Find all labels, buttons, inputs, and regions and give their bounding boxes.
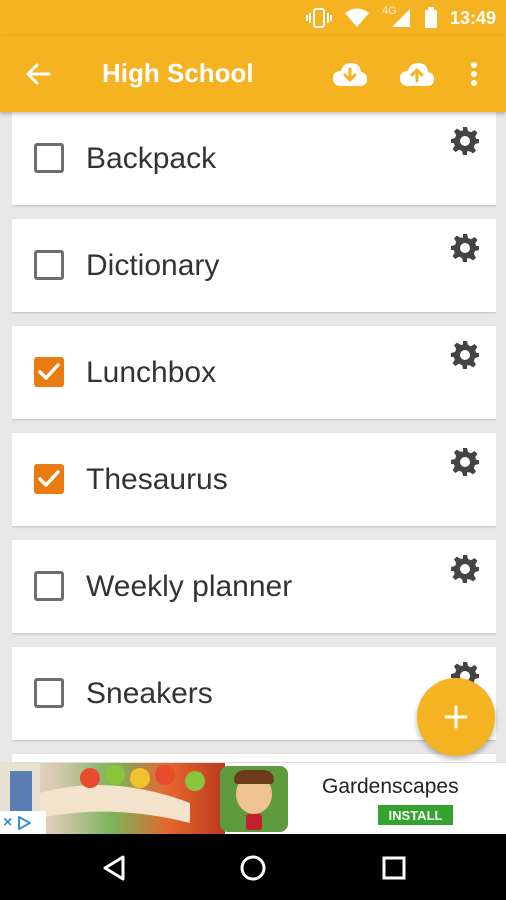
circle-home-icon xyxy=(240,855,266,881)
upload-button[interactable] xyxy=(395,56,439,92)
item-label: Thesaurus xyxy=(86,463,228,496)
item-checkbox-checked[interactable] xyxy=(34,464,64,494)
status-bar: 4G 13:49 xyxy=(0,0,506,36)
page-title: High School xyxy=(102,58,254,88)
triangle-back-icon xyxy=(103,855,125,881)
cloud-download-icon xyxy=(333,63,367,86)
check-icon xyxy=(38,470,60,487)
item-label: Lunchbox xyxy=(86,356,217,389)
item-checkbox[interactable] xyxy=(34,250,64,280)
wifi-icon xyxy=(344,8,369,27)
nav-back-button[interactable] xyxy=(92,848,136,888)
list-item[interactable] xyxy=(12,754,496,762)
list-item[interactable]: Weekly planner xyxy=(12,540,496,633)
ad-app-icon xyxy=(220,766,288,832)
ad-close-icon[interactable]: × xyxy=(3,814,12,832)
item-settings-button[interactable] xyxy=(450,126,480,156)
item-checkbox[interactable] xyxy=(34,678,64,708)
more-vert-icon xyxy=(471,62,477,86)
item-checkbox[interactable] xyxy=(34,143,64,173)
item-checkbox-checked[interactable] xyxy=(34,357,64,387)
plus-icon xyxy=(444,705,468,729)
checklist: Backpack Dictionary Lunchbox Thesaurus W… xyxy=(12,112,496,762)
item-settings-button[interactable] xyxy=(450,447,480,477)
system-nav-bar xyxy=(0,834,506,900)
item-label: Backpack xyxy=(86,142,217,175)
add-item-fab[interactable] xyxy=(417,678,495,756)
clock: 13:49 xyxy=(449,7,496,28)
back-button[interactable] xyxy=(18,56,58,92)
cell-signal-icon: 4G xyxy=(382,5,412,29)
gear-icon xyxy=(451,448,479,476)
cloud-upload-icon xyxy=(400,63,434,86)
list-item[interactable]: Thesaurus xyxy=(12,433,496,526)
gear-icon xyxy=(451,127,479,155)
square-recents-icon xyxy=(382,856,406,880)
gear-icon xyxy=(451,234,479,262)
list-item[interactable]: Dictionary xyxy=(12,219,496,312)
item-settings-button[interactable] xyxy=(450,554,480,584)
nav-home-button[interactable] xyxy=(231,848,275,888)
ad-info-icon xyxy=(18,816,32,830)
item-settings-button[interactable] xyxy=(450,233,480,263)
ad-install-button[interactable]: INSTALL xyxy=(378,805,453,825)
list-item[interactable]: Lunchbox xyxy=(12,326,496,419)
item-settings-button[interactable] xyxy=(450,340,480,370)
vibrate-icon xyxy=(305,8,332,28)
nav-recents-button[interactable] xyxy=(372,848,416,888)
gear-icon xyxy=(451,341,479,369)
ad-banner[interactable]: Gardenscapes INSTALL × xyxy=(0,762,506,835)
download-button[interactable] xyxy=(328,56,372,92)
item-label: Sneakers xyxy=(86,677,213,710)
ad-title: Gardenscapes xyxy=(322,775,459,798)
battery-icon xyxy=(424,7,437,28)
overflow-menu-button[interactable] xyxy=(454,56,494,92)
app-bar: High School xyxy=(0,36,506,112)
item-label: Dictionary xyxy=(86,249,220,282)
item-label: Weekly planner xyxy=(86,570,293,603)
list-item[interactable]: Backpack xyxy=(12,112,496,205)
gear-icon xyxy=(451,555,479,583)
arrow-back-icon xyxy=(26,63,51,85)
item-checkbox[interactable] xyxy=(34,571,64,601)
ad-choices[interactable]: × xyxy=(0,811,46,835)
check-icon xyxy=(38,363,60,380)
